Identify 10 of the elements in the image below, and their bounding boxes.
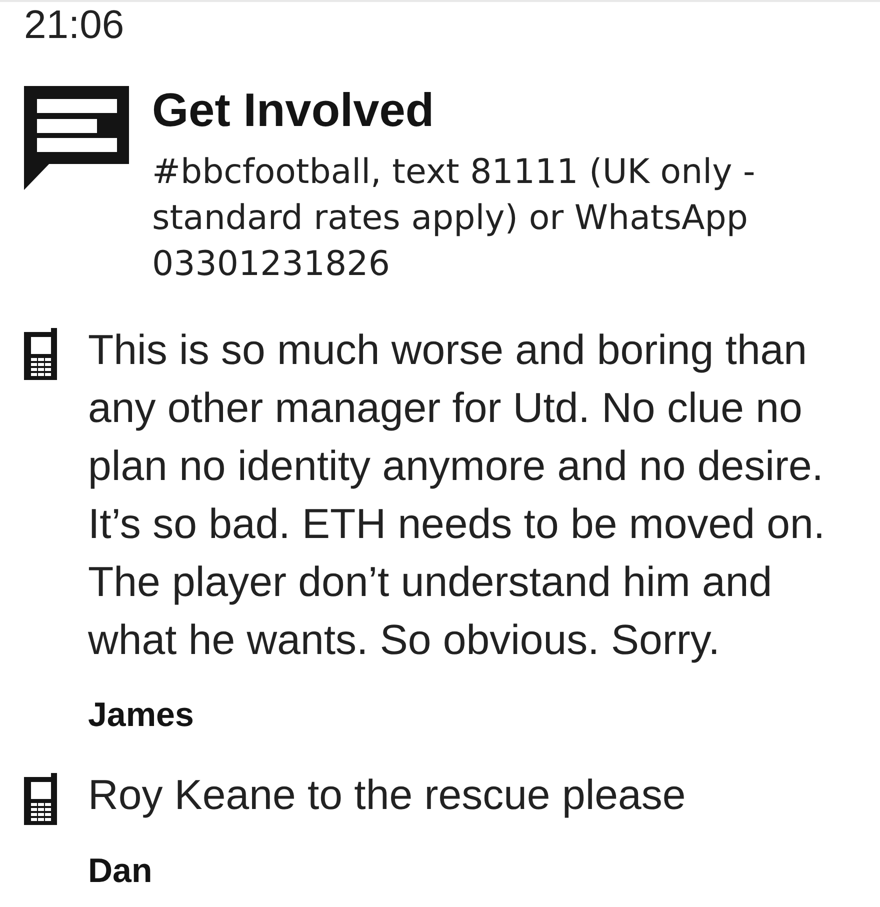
get-involved-text: #bbcfootball, text 81111 (UK only - standard rates apply) or WhatsApp 03301231826 [152, 151, 756, 286]
mobile-phone-icon [24, 773, 57, 825]
comment-text: Roy Keane to the rescue please [88, 770, 687, 820]
comment-author: Dan [88, 851, 152, 891]
get-involved-heading: Get Involved [152, 84, 434, 136]
speech-bubble-icon [24, 86, 129, 190]
post-time: 21:06 [24, 2, 124, 48]
comment-text: This is so much worse and boring than any other manager for Utd. No clue no plan no identity anymore and no desire. It’s so bad. ETH needs to be moved on. The player don’t understand him and what he wants. So obvious. Sorry. [88, 325, 826, 665]
comment-author: James [88, 695, 194, 735]
mobile-phone-icon [24, 328, 57, 380]
